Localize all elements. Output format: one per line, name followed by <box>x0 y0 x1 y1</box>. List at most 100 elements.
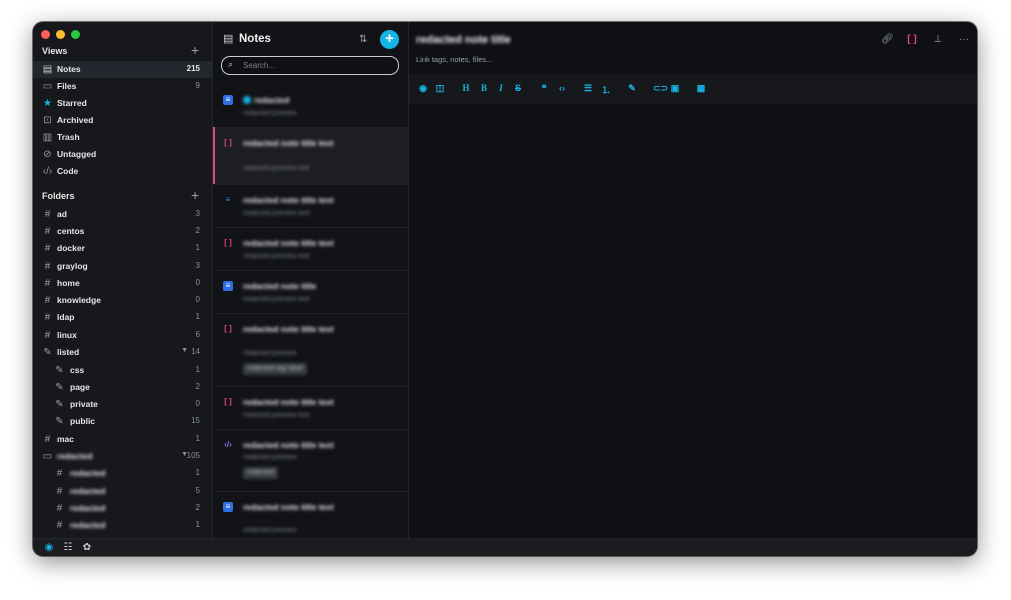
folder-item-linux[interactable]: # linux 6 <box>33 327 212 344</box>
folder-item-sub4[interactable]: # redacted 1 <box>33 517 212 534</box>
numbered-list-icon[interactable]: ⒈ <box>601 83 611 96</box>
add-view-icon[interactable]: + <box>191 42 199 58</box>
folder-item-redacted[interactable]: ▭ redacted ▼ 105 <box>33 448 212 465</box>
folder-label: redacted <box>70 468 106 478</box>
note-title: redacted <box>243 95 398 106</box>
quote-icon[interactable]: ❝ <box>539 83 549 94</box>
note-item[interactable]: [ ] redacted note title text redacted pr… <box>213 127 408 185</box>
folder-item-ldap[interactable]: # ldap 1 <box>33 309 212 326</box>
note-title-field[interactable]: redacted note title <box>416 34 511 46</box>
note-item[interactable]: ≡ redacted note title redacted preview t… <box>213 270 408 314</box>
folder-item-docker[interactable]: # docker 1 <box>33 240 212 257</box>
folder-label: ldap <box>57 312 75 322</box>
folder-item-sub1[interactable]: # redacted 1 <box>33 465 212 482</box>
sidebar-item-code[interactable]: ‹/› Code <box>33 163 212 180</box>
account-icon[interactable]: ◉ <box>43 542 55 554</box>
sidebar-item-label: Trash <box>57 132 80 142</box>
chevron-down-icon[interactable]: ▼ <box>181 347 188 354</box>
sidebar-item-label: Archived <box>57 115 94 125</box>
add-folder-icon[interactable]: + <box>191 187 199 203</box>
link-insert-icon[interactable]: ⊂⊃ <box>653 83 668 94</box>
note-item[interactable]: [ ] redacted note title text redacted pr… <box>213 386 408 430</box>
folder-item-sub3[interactable]: # redacted 2 <box>33 500 212 517</box>
note-tag[interactable]: redacted tag label <box>243 363 307 375</box>
folder-item-page[interactable]: ✎ page 2 <box>33 379 212 396</box>
pin-icon[interactable]: ⊥ <box>933 34 943 45</box>
note-item[interactable]: [ ] redacted note title text redacted pr… <box>213 227 408 271</box>
split-view-icon[interactable]: ◫ <box>435 83 445 94</box>
note-preview: redacted preview text <box>243 253 310 260</box>
note-item[interactable]: ≡ redacted note title text redacted prev… <box>213 184 408 228</box>
folder-label: redacted <box>70 486 106 496</box>
link-tags-field[interactable]: Link tags, notes, files... <box>416 55 492 64</box>
folder-item-public[interactable]: ✎ public 15 <box>33 413 212 430</box>
sidebar-item-notes[interactable]: ▤ Notes 215 <box>33 61 212 78</box>
sidebar-item-starred[interactable]: ★ Starred <box>33 95 212 112</box>
inline-code-icon[interactable]: ‹› <box>557 83 567 93</box>
strikethrough-icon[interactable]: S <box>513 83 523 93</box>
sort-icon[interactable]: ⇅ <box>359 34 367 45</box>
folder-label: redacted <box>70 503 106 513</box>
folder-label: mac <box>57 434 75 444</box>
zoom-window-button[interactable] <box>71 30 80 39</box>
views-header: Views + <box>33 42 212 61</box>
hash-icon: # <box>44 261 51 272</box>
folder-item-sub2[interactable]: # redacted 5 <box>33 483 212 500</box>
folder-item-graylog[interactable]: # graylog 3 <box>33 258 212 275</box>
note-item[interactable]: ‹/› redacted note title text redacted pr… <box>213 429 408 492</box>
note-tag[interactable]: redacted <box>243 467 279 479</box>
note-item[interactable]: [ ] redacted note title text redacted pr… <box>213 313 408 387</box>
note-item[interactable]: ≡ redacted redacted preview <box>213 84 408 128</box>
bold-icon[interactable]: B <box>479 83 489 93</box>
highlight-icon[interactable]: ✎ <box>627 83 637 94</box>
image-icon[interactable]: ▣ <box>670 83 680 94</box>
italic-icon[interactable]: I <box>496 83 506 93</box>
folder-item-centos[interactable]: # centos 2 <box>33 223 212 240</box>
folder-count: 2 <box>195 503 200 512</box>
more-icon[interactable]: ··· <box>959 34 969 45</box>
preview-eye-icon[interactable]: ◉ <box>418 83 428 94</box>
folder-count: 1 <box>195 243 200 252</box>
sidebar-item-archived[interactable]: ⊡ Archived <box>33 112 212 129</box>
folder-label: listed <box>57 347 80 357</box>
folder-item-css[interactable]: ✎ css 1 <box>33 362 212 379</box>
add-note-button[interactable]: + <box>380 30 399 49</box>
hash-icon: # <box>44 312 51 323</box>
folder-count: 1 <box>195 468 200 477</box>
sidebar-item-trash[interactable]: ▥ Trash <box>33 129 212 146</box>
folder-count: 6 <box>195 330 200 339</box>
bullet-list-icon[interactable]: ☰ <box>583 83 593 94</box>
heading-icon[interactable]: H <box>461 83 471 93</box>
folder-item-knowledge[interactable]: # knowledge 0 <box>33 292 212 309</box>
bracket-icon[interactable]: [ ] <box>907 34 917 45</box>
sidebar-item-untagged[interactable]: ⊘ Untagged <box>33 146 212 163</box>
folder-label: centos <box>57 226 85 236</box>
search-input[interactable] <box>243 59 393 72</box>
bracket-icon: [ ] <box>224 324 232 333</box>
folder-count: 0 <box>195 278 200 287</box>
sidebar-item-files[interactable]: ▭ Files 9 <box>33 78 212 95</box>
folder-count: 14 <box>191 347 200 356</box>
link-icon[interactable]: 🔗︎ <box>881 34 894 45</box>
minimize-window-button[interactable] <box>56 30 65 39</box>
folder-item-ad[interactable]: # ad 3 <box>33 206 212 223</box>
folder-item-home[interactable]: # home 0 <box>33 275 212 292</box>
folder-count: 0 <box>195 295 200 304</box>
folder-item-listed[interactable]: ✎ listed ▼ 14 <box>33 344 212 361</box>
search-box[interactable]: ⌕ <box>221 56 399 75</box>
table-icon[interactable]: ▦ <box>696 83 706 94</box>
code-icon: ‹/› <box>224 440 232 449</box>
close-window-button[interactable] <box>41 30 50 39</box>
note-item[interactable]: ≡ redacted note title text redacted prev… <box>213 491 408 538</box>
hash-icon: # <box>44 295 51 306</box>
settings-sliders-icon[interactable]: ☷ <box>62 542 74 554</box>
folder-item-private[interactable]: ✎ private 0 <box>33 396 212 413</box>
sidebar-item-label: Files <box>57 81 77 91</box>
notes-list-panel: ▤ Notes ⇅ + ⌕ ≡ redacted redacted previe… <box>213 22 409 538</box>
sidebar-item-label: Notes <box>57 64 81 74</box>
theme-palette-icon[interactable]: ✿ <box>81 542 93 554</box>
editor-body[interactable] <box>409 104 977 538</box>
folder-item-mac[interactable]: # mac 1 <box>33 431 212 448</box>
note-title: redacted note title text <box>243 138 334 148</box>
note-title: redacted note title text <box>243 195 334 205</box>
